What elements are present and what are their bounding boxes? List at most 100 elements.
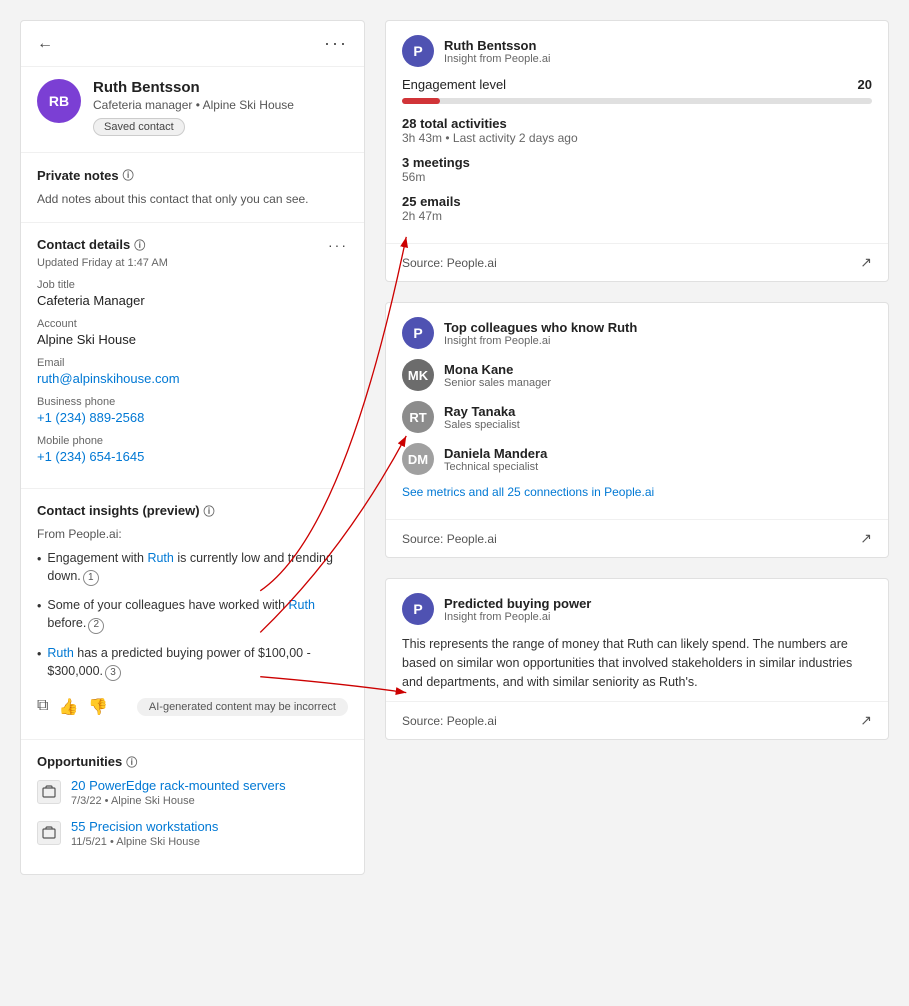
progress-bar-container bbox=[402, 98, 872, 104]
colleagues-card-body: MK Mona Kane Senior sales manager RT Ray… bbox=[386, 359, 888, 519]
colleague-item-3: DM Daniela Mandera Technical specialist bbox=[402, 443, 872, 475]
engagement-card: P Ruth Bentsson Insight from People.ai E… bbox=[385, 20, 889, 282]
people-ai-avatar-1: P bbox=[402, 35, 434, 67]
private-notes-section: Private notes ⓘ Add notes about this con… bbox=[21, 153, 364, 223]
badge-2: 2 bbox=[88, 618, 104, 634]
insights-info-icon: ⓘ bbox=[204, 503, 215, 519]
insight-actions: ⧉ 👍 👎 AI-generated content may be incorr… bbox=[37, 691, 348, 725]
colleague-1-name: Mona Kane bbox=[444, 362, 551, 377]
updated-text: Updated Friday at 1:47 AM bbox=[37, 257, 348, 269]
colleagues-card-footer: Source: People.ai ↗ bbox=[386, 519, 888, 557]
colleague-1-role: Senior sales manager bbox=[444, 377, 551, 389]
colleagues-card-header: P Top colleagues who know Ruth Insight f… bbox=[386, 303, 888, 359]
engagement-level-row: Engagement level 20 bbox=[402, 77, 872, 92]
badge-1: 1 bbox=[83, 570, 99, 586]
colleagues-card-header-text: Top colleagues who know Ruth Insight fro… bbox=[444, 320, 637, 347]
buying-power-card-title: Predicted buying power bbox=[444, 596, 591, 611]
contact-details-more[interactable]: ··· bbox=[328, 237, 348, 253]
avatar: RB bbox=[37, 79, 81, 123]
mobile-phone-value[interactable]: +1 (234) 654-1645 bbox=[37, 449, 348, 464]
from-people-label: From People.ai: bbox=[37, 527, 348, 541]
colleague-item-1: MK Mona Kane Senior sales manager bbox=[402, 359, 872, 391]
opportunities-info-icon: ⓘ bbox=[126, 754, 137, 770]
account-value: Alpine Ski House bbox=[37, 332, 348, 347]
activities-sub: 3h 43m • Last activity 2 days ago bbox=[402, 131, 872, 145]
email-label: Email bbox=[37, 357, 348, 369]
job-title-value: Cafeteria Manager bbox=[37, 293, 348, 308]
panel-header: ← ··· bbox=[21, 21, 364, 67]
emails-title: 25 emails bbox=[402, 194, 872, 209]
opportunity-2-title[interactable]: 55 Precision workstations bbox=[71, 819, 218, 834]
insight-1-link[interactable]: Ruth bbox=[147, 551, 173, 565]
insight-item-2: Some of your colleagues have worked with… bbox=[37, 596, 348, 633]
insights-title: Contact insights (preview) ⓘ bbox=[37, 503, 348, 519]
right-panel: P Ruth Bentsson Insight from People.ai E… bbox=[385, 20, 889, 875]
contact-subtitle: Cafeteria manager • Alpine Ski House bbox=[93, 98, 294, 112]
colleagues-external-link-icon[interactable]: ↗ bbox=[860, 530, 872, 547]
buying-power-card-footer: Source: People.ai ↗ bbox=[386, 701, 888, 739]
colleague-2-name: Ray Tanaka bbox=[444, 404, 520, 419]
opportunities-title: Opportunities ⓘ bbox=[37, 754, 348, 770]
buying-power-card-body: This represents the range of money that … bbox=[386, 635, 888, 701]
contact-info: Ruth Bentsson Cafeteria manager • Alpine… bbox=[93, 79, 294, 136]
buying-power-card-header-text: Predicted buying power Insight from Peop… bbox=[444, 596, 591, 623]
contact-details-header: Contact details ⓘ ··· bbox=[37, 237, 348, 253]
engagement-value: 20 bbox=[858, 77, 872, 92]
account-row: Account Alpine Ski House bbox=[37, 318, 348, 347]
engagement-source-label: Source: People.ai bbox=[402, 256, 497, 270]
meetings-stat: 3 meetings 56m bbox=[402, 155, 872, 184]
business-phone-value[interactable]: +1 (234) 889-2568 bbox=[37, 410, 348, 425]
job-title-label: Job title bbox=[37, 279, 348, 291]
insight-item-3: Ruth has a predicted buying power of $10… bbox=[37, 644, 348, 681]
activities-stat: 28 total activities 3h 43m • Last activi… bbox=[402, 116, 872, 145]
emails-sub: 2h 47m bbox=[402, 209, 872, 223]
thumbs-up-icon[interactable]: 👍 bbox=[58, 697, 78, 717]
badge-3: 3 bbox=[105, 665, 121, 681]
colleague-avatar-2: RT bbox=[402, 401, 434, 433]
emails-stat: 25 emails 2h 47m bbox=[402, 194, 872, 223]
private-notes-title: Private notes ⓘ bbox=[37, 167, 348, 183]
copy-icon[interactable]: ⧉ bbox=[37, 697, 48, 717]
colleagues-card-source: Insight from People.ai bbox=[444, 335, 637, 347]
email-value[interactable]: ruth@alpinskihouse.com bbox=[37, 371, 348, 386]
insight-3-link[interactable]: Ruth bbox=[47, 646, 73, 660]
opportunity-icon-2 bbox=[37, 821, 61, 845]
insight-list: Engagement with Ruth is currently low an… bbox=[37, 549, 348, 681]
contact-details-section: Contact details ⓘ ··· Updated Friday at … bbox=[21, 223, 364, 489]
engagement-label: Engagement level bbox=[402, 77, 506, 92]
buying-power-external-link-icon[interactable]: ↗ bbox=[860, 712, 872, 729]
engagement-card-source: Insight from People.ai bbox=[444, 53, 550, 65]
contact-insights-section: Contact insights (preview) ⓘ From People… bbox=[21, 489, 364, 740]
engagement-card-header: P Ruth Bentsson Insight from People.ai bbox=[386, 21, 888, 77]
buying-power-source-label: Source: People.ai bbox=[402, 714, 497, 728]
job-title-row: Job title Cafeteria Manager bbox=[37, 279, 348, 308]
contact-details-info-icon: ⓘ bbox=[134, 237, 145, 253]
progress-bar-fill bbox=[402, 98, 440, 104]
colleague-3-role: Technical specialist bbox=[444, 461, 547, 473]
people-ai-avatar-3: P bbox=[402, 593, 434, 625]
opportunity-1-meta: 7/3/22 • Alpine Ski House bbox=[71, 795, 286, 807]
mobile-phone-label: Mobile phone bbox=[37, 435, 348, 447]
colleague-avatar-3: DM bbox=[402, 443, 434, 475]
engagement-card-footer: Source: People.ai ↗ bbox=[386, 243, 888, 281]
engagement-card-title: Ruth Bentsson bbox=[444, 38, 550, 53]
opportunity-item-1: 20 PowerEdge rack-mounted servers 7/3/22… bbox=[37, 778, 348, 807]
ai-disclaimer: AI-generated content may be incorrect bbox=[137, 698, 348, 716]
insight-2-link[interactable]: Ruth bbox=[289, 598, 315, 612]
opportunities-section: Opportunities ⓘ 20 PowerEdge rack-mounte… bbox=[21, 740, 364, 874]
see-metrics-link[interactable]: See metrics and all 25 connections in Pe… bbox=[402, 485, 654, 499]
contact-details-title: Contact details ⓘ bbox=[37, 237, 145, 253]
mobile-phone-row: Mobile phone +1 (234) 654-1645 bbox=[37, 435, 348, 464]
insight-actions-left: ⧉ 👍 👎 bbox=[37, 697, 108, 717]
insight-item-1: Engagement with Ruth is currently low an… bbox=[37, 549, 348, 586]
opportunity-1-title[interactable]: 20 PowerEdge rack-mounted servers bbox=[71, 778, 286, 793]
back-button[interactable]: ← bbox=[37, 35, 53, 53]
colleagues-card: P Top colleagues who know Ruth Insight f… bbox=[385, 302, 889, 558]
business-phone-label: Business phone bbox=[37, 396, 348, 408]
more-button[interactable]: ··· bbox=[324, 33, 348, 54]
private-notes-text: Add notes about this contact that only y… bbox=[37, 191, 348, 208]
buying-power-card-source: Insight from People.ai bbox=[444, 611, 591, 623]
thumbs-down-icon[interactable]: 👎 bbox=[88, 697, 108, 717]
engagement-external-link-icon[interactable]: ↗ bbox=[860, 254, 872, 271]
buying-power-text: This represents the range of money that … bbox=[402, 635, 872, 691]
